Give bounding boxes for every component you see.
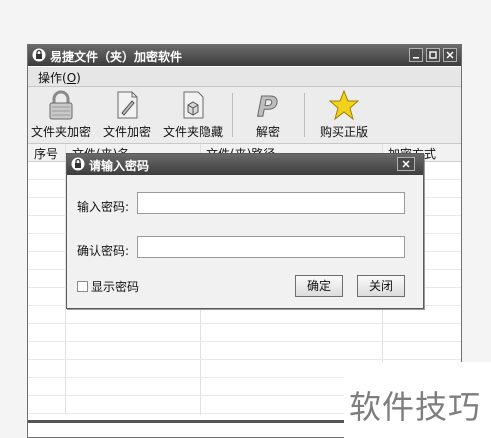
minimize-button[interactable] bbox=[409, 48, 423, 62]
dialog-close-button[interactable] bbox=[397, 157, 415, 171]
watermark-text: 软件技巧 bbox=[349, 388, 482, 426]
show-password-checkbox[interactable]: 显示密码 bbox=[77, 278, 139, 295]
p-logo-icon: P bbox=[257, 90, 279, 122]
buy-button[interactable]: 购买正版 bbox=[316, 89, 372, 140]
menu-bar: 操作(O) bbox=[28, 67, 461, 87]
password-dialog: 请输入密码 输入密码: 确认密码: 显示密码 确定 关闭 bbox=[66, 153, 424, 309]
close-dialog-button[interactable]: 关闭 bbox=[357, 275, 405, 297]
column-index[interactable]: 序号 bbox=[34, 145, 58, 162]
window-title: 易捷文件（夹）加密软件 bbox=[50, 50, 183, 64]
checkbox-box[interactable] bbox=[77, 281, 88, 292]
file-encrypt-button[interactable]: 文件加密 bbox=[100, 89, 154, 140]
close-icon bbox=[446, 51, 454, 59]
document-pencil-icon bbox=[117, 91, 138, 119]
confirm-password-label: 确认密码: bbox=[77, 244, 130, 258]
password-label: 输入密码: bbox=[77, 200, 130, 214]
close-button[interactable] bbox=[443, 48, 457, 62]
watermark: 软件技巧 bbox=[344, 362, 491, 438]
dialog-title: 请输入密码 bbox=[89, 159, 150, 173]
password-input[interactable] bbox=[137, 192, 405, 214]
maximize-button[interactable] bbox=[426, 48, 440, 62]
svg-text:P: P bbox=[257, 90, 278, 121]
document-box-icon bbox=[183, 91, 204, 119]
star-icon bbox=[328, 89, 360, 121]
lock-app-icon bbox=[32, 48, 46, 62]
lock-app-icon bbox=[71, 157, 85, 171]
maximize-icon bbox=[429, 51, 437, 59]
close-icon bbox=[402, 160, 410, 168]
menu-operate[interactable]: 操作(O) bbox=[38, 69, 81, 86]
title-bar[interactable]: 易捷文件（夹）加密软件 bbox=[28, 45, 461, 66]
confirm-password-input[interactable] bbox=[137, 236, 405, 258]
minimize-icon bbox=[413, 57, 419, 59]
toolbar: 文件夹加密 文件加密 文件夹隐藏 P 解密 购买正版 bbox=[28, 87, 461, 144]
decrypt-button[interactable]: P 解密 bbox=[248, 89, 288, 140]
folder-hide-button[interactable]: 文件夹隐藏 bbox=[162, 89, 224, 140]
ok-button[interactable]: 确定 bbox=[295, 275, 343, 297]
show-password-label: 显示密码 bbox=[91, 280, 140, 294]
folder-encrypt-button[interactable]: 文件夹加密 bbox=[30, 89, 92, 140]
dialog-title-bar[interactable]: 请输入密码 bbox=[67, 154, 423, 175]
padlock-icon bbox=[49, 90, 73, 120]
